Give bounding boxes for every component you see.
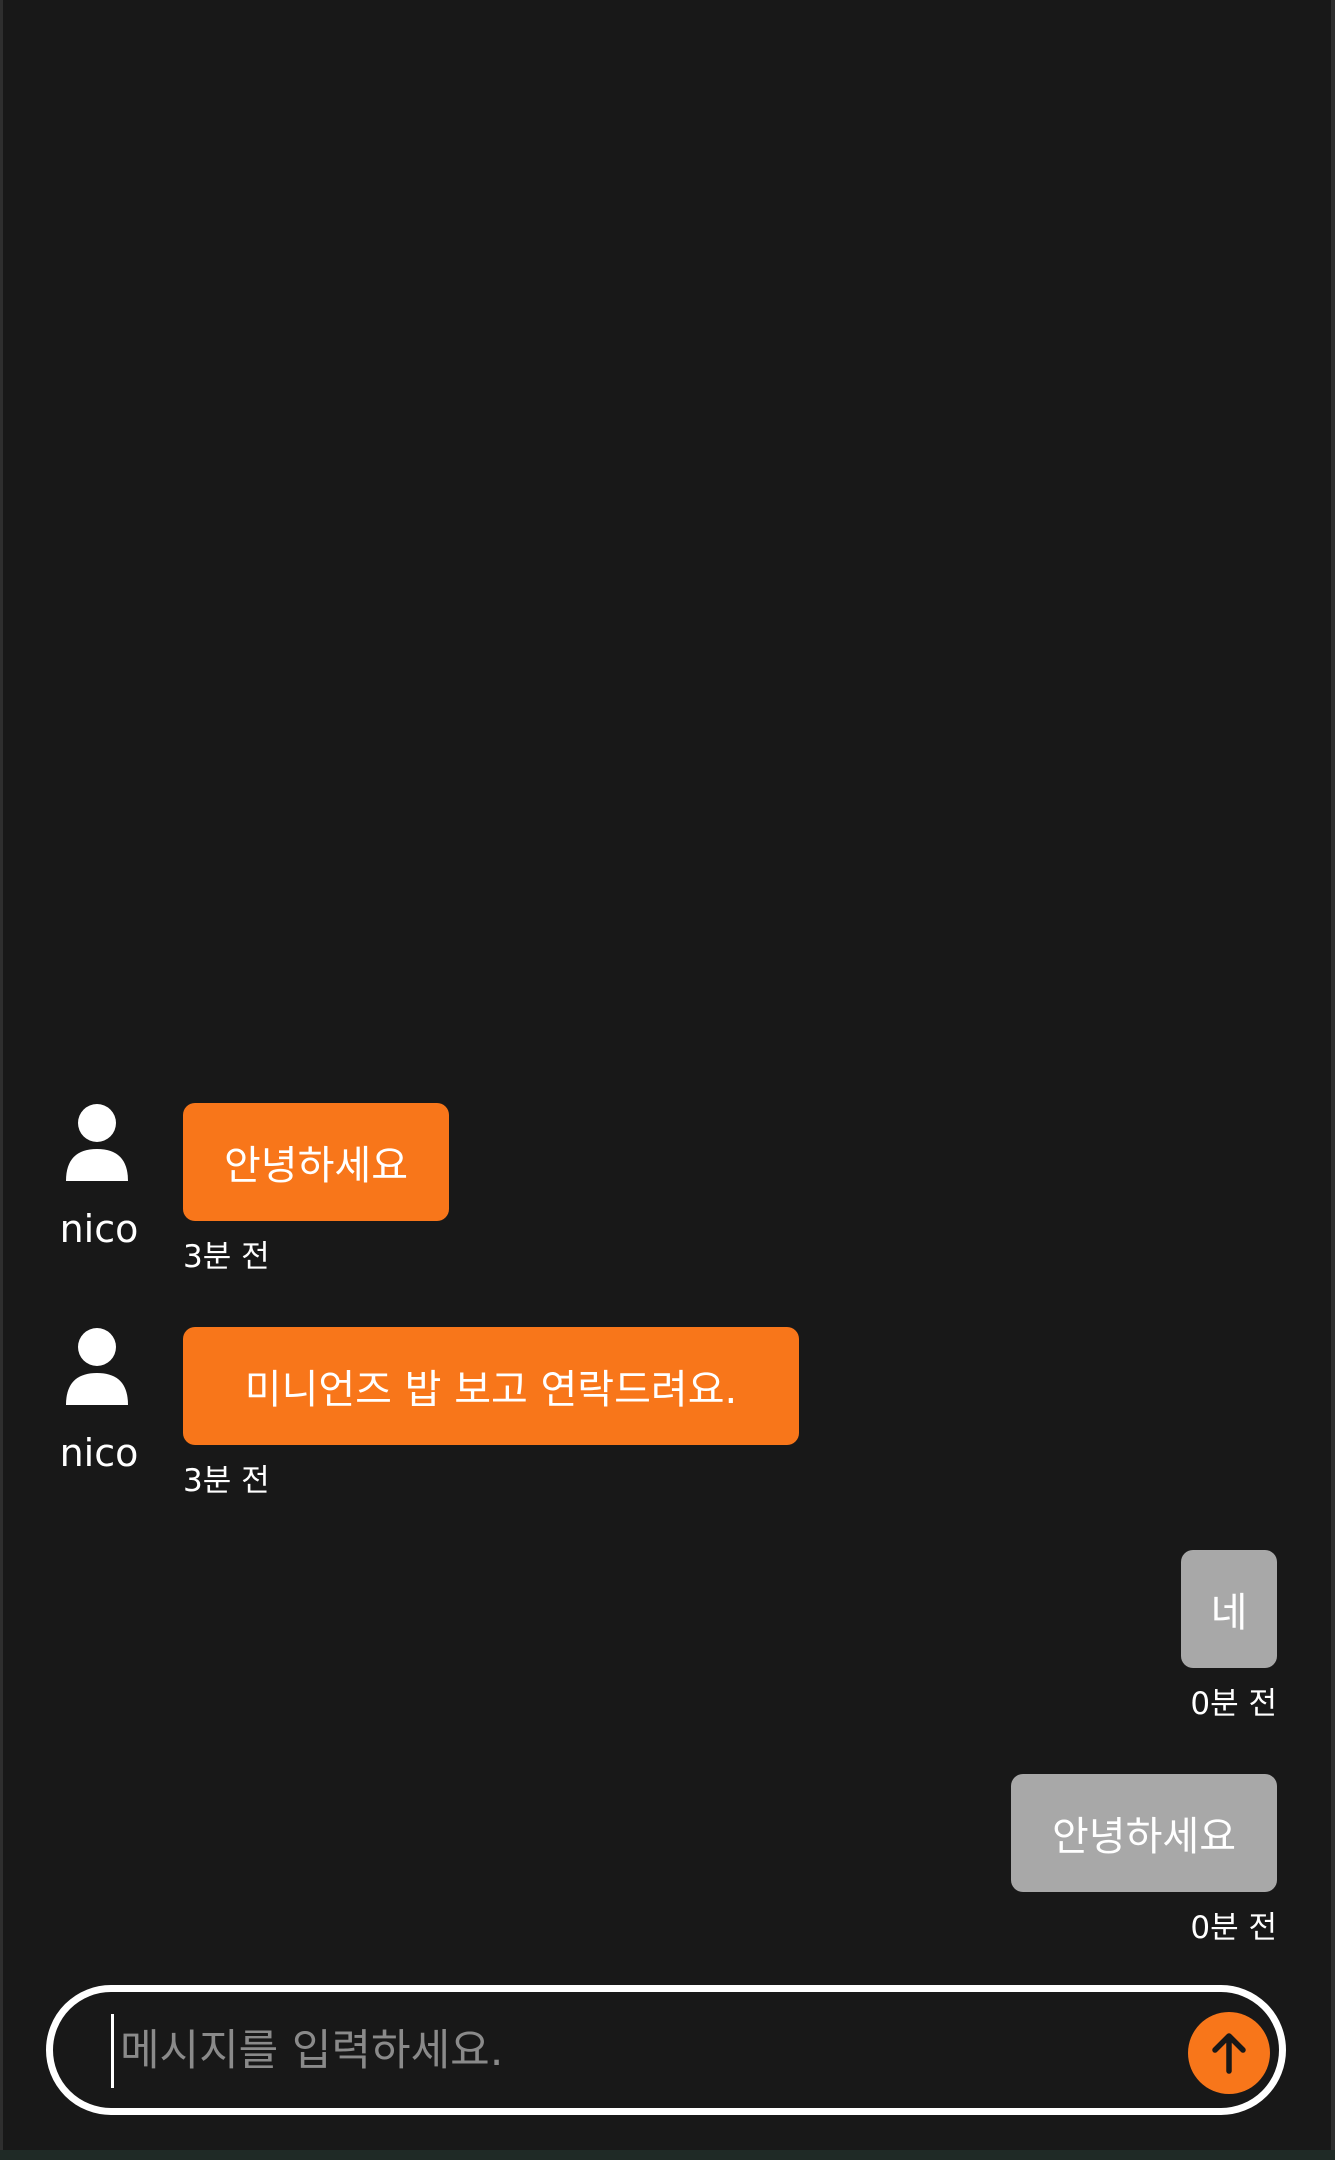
- sender-name: nico: [59, 1207, 139, 1251]
- user-icon-graphic: [66, 1104, 128, 1181]
- message-bubble[interactable]: 미니언즈 밥 보고 연락드려요.: [183, 1327, 799, 1445]
- sender-name: nico: [59, 1431, 139, 1475]
- user-icon: [52, 1327, 142, 1407]
- message-timestamp: 3분 전: [183, 1239, 270, 1275]
- user-icon-graphic: [66, 1328, 128, 1405]
- window-border-bottom: [0, 2150, 1335, 2160]
- window-border-left: [0, 0, 3, 2160]
- message-bubble[interactable]: 네: [1181, 1550, 1277, 1668]
- user-icon: [52, 1103, 142, 1183]
- window-border-right: [1331, 0, 1335, 2160]
- message-timestamp: 0분 전: [1190, 1910, 1277, 1946]
- send-button[interactable]: [1188, 2012, 1270, 2094]
- message-composer: [46, 1985, 1286, 2115]
- message-timestamp: 0분 전: [1190, 1686, 1277, 1722]
- message-bubble[interactable]: 안녕하세요: [1011, 1774, 1277, 1892]
- message-timestamp: 3분 전: [183, 1463, 270, 1499]
- message-input[interactable]: [111, 2014, 1122, 2088]
- arrow-up-icon: [1212, 2033, 1246, 2074]
- message-bubble[interactable]: 안녕하세요: [183, 1103, 449, 1221]
